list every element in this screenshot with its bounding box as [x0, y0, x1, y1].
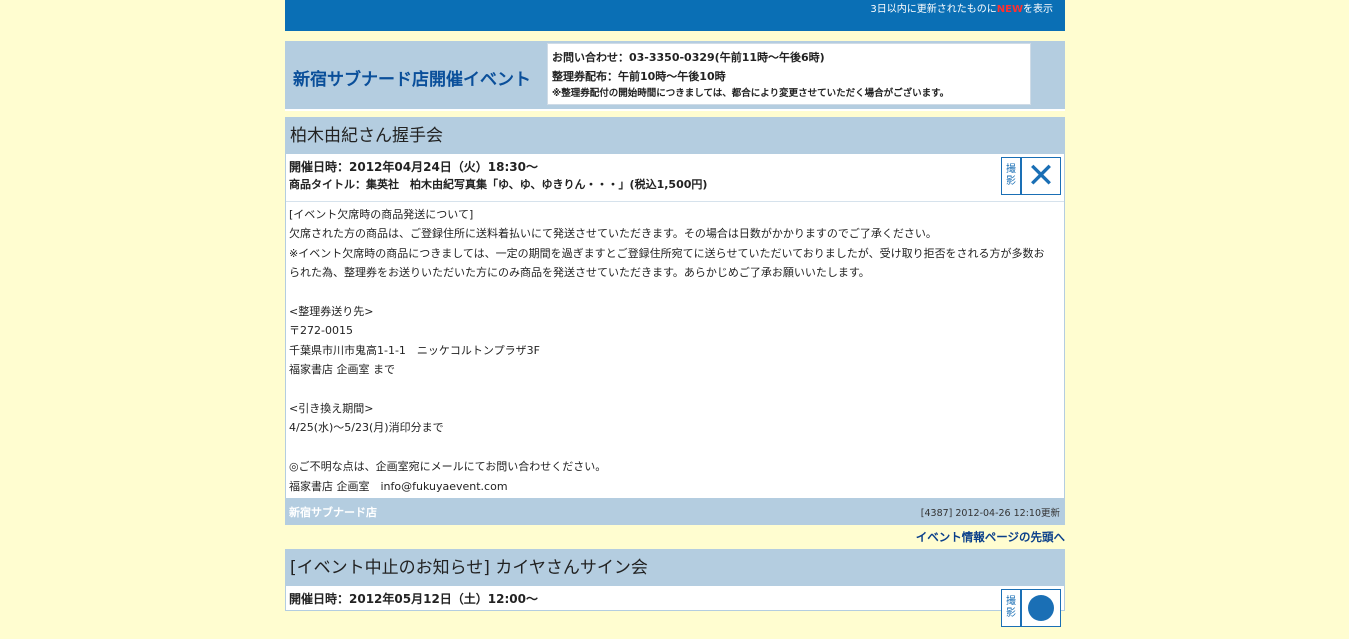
body-line: [イベント欠席時の商品発送について] — [289, 208, 474, 221]
event-date: 開催日時：2012年04月24日（火）18:30～ — [289, 160, 538, 174]
body-line: ◎ご不明な点は、企画室宛にメールにてお問い合わせください。 — [289, 460, 607, 474]
event-icons: 撮影 ✕ — [1001, 157, 1061, 195]
body-line: られた為、整理券をお送りいただいた方にのみ商品を発送させていただきます。あらかじ… — [289, 266, 870, 280]
shop-title: 新宿サブナード店開催イベント — [293, 70, 531, 90]
event-title: [イベント中止のお知らせ] カイヤさんサイン会 — [286, 550, 1064, 587]
body-line: 〒272-0015 — [289, 324, 353, 338]
shop-header: 新宿サブナード店開催イベント お問い合わせ：03-3350-0329(午前11時… — [285, 41, 1065, 111]
event-footer: 新宿サブナード店 [4387] 2012-04-26 12:10更新 — [286, 498, 1064, 525]
body-line: 欠席された方の商品は、ご登録住所に送料着払いにて発送させていただきます。その場合… — [289, 227, 937, 241]
body-line: <整理券送り先> — [289, 305, 374, 319]
ticket-note: ※整理券配付の開始時間につきましては、都合により変更させていただく場合がございま… — [552, 88, 950, 99]
body-line: 千葉県市川市鬼高1-1-1 ニッケコルトンプラザ3F — [289, 343, 540, 357]
event-card: 柏木由紀さん握手会 開催日時：2012年04月24日（火）18:30～ 商品タイ… — [285, 117, 1065, 526]
photo-allowed-icon: 撮影 — [1001, 589, 1021, 628]
photo-allowed-icon: 撮影 — [1001, 157, 1021, 195]
body-line: 福家書店 企画室 info@fukuyaevent.com — [289, 479, 508, 493]
status-circle-icon — [1021, 589, 1061, 628]
event-footer-shop: 新宿サブナード店 — [289, 506, 377, 520]
contact-line: お問い合わせ：03-3350-0329(午前11時～午後6時) — [552, 51, 825, 64]
body-line: 4/25(水)～5/23(月)消印分まで — [289, 421, 444, 435]
event-date: 開催日時：2012年05月12日（土）12:00～ — [289, 592, 538, 607]
event-product: 商品タイトル：集英社 柏木由紀写真集「ゆ、ゆ、ゆきりん・・・」(税込1,500円… — [289, 178, 708, 191]
top-bar: 3日以内に更新されたものにNEWを表示 — [285, 0, 1065, 31]
new-filter-text-after[interactable]: を表示 — [1023, 4, 1053, 15]
back-to-top-link[interactable]: イベント情報ページの先頭へ — [285, 529, 1065, 545]
page-wrapper: 3日以内に更新されたものにNEWを表示 新宿サブナード店開催イベント お問い合わ… — [285, 0, 1065, 628]
new-badge[interactable]: NEW — [997, 4, 1023, 15]
event-updated: [4387] 2012-04-26 12:10更新 — [920, 508, 1060, 520]
body-line — [289, 438, 1061, 457]
event-card: [イベント中止のお知らせ] カイヤさんサイン会 開催日時：2012年05月12日… — [285, 549, 1065, 628]
ticket-line: 整理券配布：午前10時～午後10時 — [552, 70, 726, 83]
event-title: 柏木由紀さん握手会 — [286, 118, 1064, 154]
contact-info-box: お問い合わせ：03-3350-0329(午前11時～午後6時) 整理券配布：午前… — [547, 43, 1031, 105]
ended-x-icon: ✕ — [1021, 157, 1061, 195]
event-body: [イベント欠席時の商品発送について] 欠席された方の商品は、ご登録住所に送料着払… — [286, 202, 1064, 498]
new-filter-text-before: 3日以内に更新されたものに — [870, 4, 997, 15]
body-line: ※イベント欠席時の商品につきましては、一定の期間を過ぎますとご登録住所宛てに送ら… — [289, 246, 1045, 260]
event-icons: 撮影 — [1001, 589, 1061, 628]
event-meta: 開催日時：2012年04月24日（火）18:30～ 商品タイトル：集英社 柏木由… — [286, 154, 1064, 202]
body-line — [289, 283, 1061, 302]
body-line: 福家書店 企画室 まで — [289, 363, 395, 377]
body-line: <引き換え期間> — [289, 402, 374, 416]
body-line — [289, 380, 1061, 399]
